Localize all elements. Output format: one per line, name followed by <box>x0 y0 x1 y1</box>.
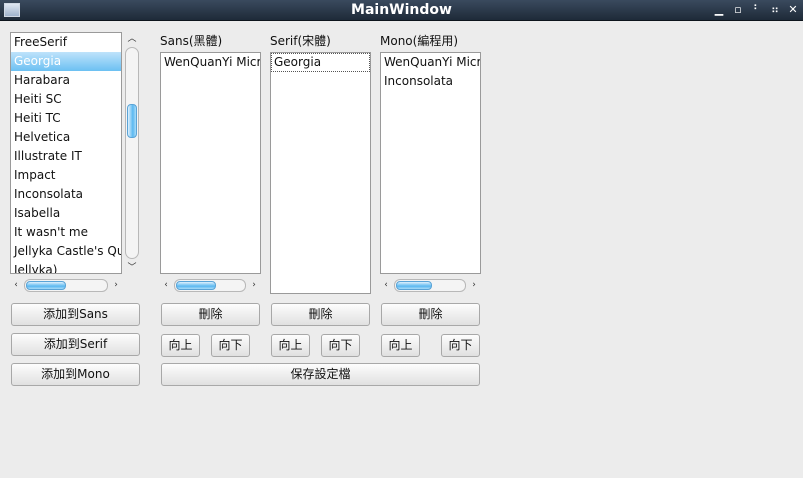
list-item[interactable]: FreeSerif <box>11 33 121 52</box>
title-bar: MainWindow ▁ ▫ ⠃ ⠶ ✕ <box>0 0 803 21</box>
minimize-icon[interactable]: ▁ <box>711 2 727 18</box>
save-config-button[interactable]: 保存設定檔 <box>161 363 480 386</box>
mono-move-up-button[interactable]: 向上 <box>381 334 420 357</box>
scroll-down-icon[interactable]: ﹀ <box>123 261 141 275</box>
list-item[interactable]: Helvetica <box>11 128 121 147</box>
mono-hscrollbar[interactable]: ‹ › <box>380 278 481 292</box>
scroll-left-icon[interactable]: ‹ <box>160 278 172 292</box>
sans-hscrollbar[interactable]: ‹ › <box>160 278 261 292</box>
mono-label: Mono(編程用) <box>380 34 459 48</box>
add-to-mono-button[interactable]: 添加到Mono <box>11 363 140 386</box>
close-icon[interactable]: ✕ <box>785 2 801 18</box>
list-item[interactable]: Isabella <box>11 204 121 223</box>
font-list-vscrollbar[interactable]: ︿ ﹀ <box>123 32 141 274</box>
sans-list[interactable]: WenQuanYi Micr <box>160 52 261 274</box>
list-item[interactable]: It wasn't me <box>11 223 121 242</box>
maximize-icon[interactable]: ▫ <box>730 2 746 18</box>
add-to-serif-button[interactable]: 添加到Serif <box>11 333 140 356</box>
sans-move-up-button[interactable]: 向上 <box>161 334 200 357</box>
window-title: MainWindow <box>351 2 452 18</box>
list-item[interactable]: Inconsolata <box>381 72 480 91</box>
scroll-left-icon[interactable]: ‹ <box>380 278 392 292</box>
serif-delete-button[interactable]: 刪除 <box>271 303 370 326</box>
add-to-sans-button[interactable]: 添加到Sans <box>11 303 140 326</box>
restore-icon[interactable]: ⠃ <box>749 2 765 18</box>
mono-delete-button[interactable]: 刪除 <box>381 303 480 326</box>
scroll-right-icon[interactable]: › <box>468 278 480 292</box>
scroll-up-icon[interactable]: ︿ <box>123 32 141 46</box>
scroll-thumb[interactable] <box>176 281 216 290</box>
list-item[interactable]: Impact <box>11 166 121 185</box>
font-list[interactable]: FreeSerif Georgia Harabara Heiti SC Heit… <box>10 32 122 274</box>
scroll-thumb[interactable] <box>26 281 66 290</box>
shade-icon[interactable]: ⠶ <box>767 2 783 18</box>
scroll-left-icon[interactable]: ‹ <box>10 278 22 292</box>
sans-move-down-button[interactable]: 向下 <box>211 334 250 357</box>
scroll-track[interactable] <box>125 47 139 259</box>
list-item[interactable]: Illustrate IT <box>11 147 121 166</box>
scroll-track[interactable] <box>174 279 246 292</box>
scroll-right-icon[interactable]: › <box>110 278 122 292</box>
list-item[interactable]: WenQuanYi Micr <box>381 53 480 72</box>
list-item[interactable]: Jellyka) <box>11 261 121 273</box>
sans-delete-button[interactable]: 刪除 <box>161 303 260 326</box>
scroll-thumb[interactable] <box>127 104 137 138</box>
list-item[interactable]: Inconsolata <box>11 185 121 204</box>
list-item[interactable]: Jellyka Castle's Quee <box>11 242 121 261</box>
mono-list[interactable]: WenQuanYi Micr Inconsolata <box>380 52 481 274</box>
scroll-track[interactable] <box>394 279 466 292</box>
scroll-track[interactable] <box>24 279 108 292</box>
serif-list[interactable]: Georgia <box>270 52 371 294</box>
scroll-thumb[interactable] <box>396 281 432 290</box>
list-item[interactable]: Heiti SC <box>11 90 121 109</box>
sans-label: Sans(黑體) <box>160 34 223 48</box>
list-item-selected[interactable]: Georgia <box>11 52 121 71</box>
mono-move-down-button[interactable]: 向下 <box>441 334 480 357</box>
list-item[interactable]: WenQuanYi Micr <box>161 53 260 72</box>
serif-label: Serif(宋體) <box>270 34 331 48</box>
list-item[interactable]: Harabara <box>11 71 121 90</box>
font-list-hscrollbar[interactable]: ‹ › <box>10 278 122 292</box>
list-item[interactable]: Georgia <box>271 53 370 72</box>
serif-move-up-button[interactable]: 向上 <box>271 334 310 357</box>
scroll-right-icon[interactable]: › <box>248 278 260 292</box>
list-item[interactable]: Heiti TC <box>11 109 121 128</box>
serif-move-down-button[interactable]: 向下 <box>321 334 360 357</box>
